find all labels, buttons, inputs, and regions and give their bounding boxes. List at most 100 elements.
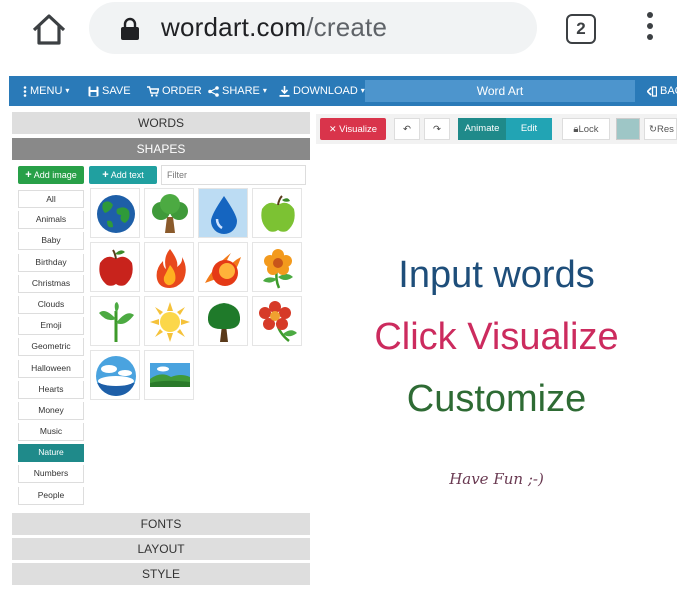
add-text-label: Add text	[110, 170, 144, 180]
category-numbers[interactable]: Numbers	[18, 465, 84, 484]
lock-button[interactable]: 🔒︎Lock	[562, 118, 610, 140]
back-label: BAC	[660, 85, 677, 97]
shape-tile[interactable]	[252, 242, 302, 292]
fire-icon	[156, 249, 186, 288]
order-label: ORDER	[162, 85, 202, 97]
shape-tile-selected[interactable]	[198, 188, 248, 238]
category-nature[interactable]: Nature	[18, 444, 84, 463]
category-animals[interactable]: Animals	[18, 211, 84, 230]
category-money[interactable]: Money	[18, 401, 84, 420]
water-drop-icon	[211, 196, 237, 234]
project-title-field[interactable]: Word Art	[365, 80, 635, 102]
redo-button[interactable]: ↷	[424, 118, 450, 140]
color-swatch[interactable]	[616, 118, 640, 140]
fonts-section-header[interactable]: FONTS	[12, 513, 310, 535]
category-music[interactable]: Music	[18, 423, 84, 442]
address-bar[interactable]: wordart.com/create	[89, 2, 537, 54]
browser-chrome: wordart.com/create 2	[0, 0, 677, 70]
filter-input[interactable]: Filter	[161, 165, 306, 185]
category-christmas[interactable]: Christmas	[18, 274, 84, 293]
category-all[interactable]: All	[18, 190, 84, 208]
shape-tile[interactable]	[144, 188, 194, 238]
shape-tile[interactable]	[252, 188, 302, 238]
shapes-section-header[interactable]: SHAPES	[12, 138, 310, 160]
words-section-header[interactable]: WORDS	[12, 112, 310, 134]
overflow-menu-icon[interactable]	[645, 12, 655, 46]
category-birthday[interactable]: Birthday	[18, 253, 84, 272]
reset-button[interactable]: ↻Res	[644, 118, 677, 140]
canvas-toolbar: ✕ Visualize ↶ ↷ Animate Edit 🔒︎Lock ↻Res	[316, 114, 677, 144]
home-icon[interactable]	[30, 10, 68, 48]
lock-icon	[121, 17, 139, 40]
canvas-line-have-fun: Have Fun ;-)	[449, 470, 544, 488]
tree-icon	[207, 303, 241, 342]
category-baby[interactable]: Baby	[18, 232, 84, 251]
add-text-button[interactable]: + Add text	[89, 166, 157, 184]
edit-button[interactable]: Edit	[506, 118, 552, 140]
menu-label: MENU	[30, 85, 63, 97]
word-art-canvas[interactable]: Input words Click Visualize Customize Ha…	[316, 148, 677, 590]
add-image-label: Add image	[33, 170, 77, 180]
back-icon	[647, 85, 657, 97]
canvas-line-input-words: Input words	[398, 254, 595, 296]
visualize-button[interactable]: ✕ Visualize	[320, 118, 386, 140]
caret-down-icon: ▾	[262, 86, 267, 95]
tab-switcher-button[interactable]: 2	[566, 14, 596, 44]
lock-label: Lock	[578, 124, 599, 135]
cart-icon	[147, 85, 159, 97]
shape-tile[interactable]	[90, 296, 140, 346]
plus-icon: +	[25, 169, 32, 181]
save-button[interactable]: SAVE	[88, 76, 131, 106]
category-people[interactable]: People	[18, 486, 84, 505]
shape-tile[interactable]	[90, 242, 140, 292]
magic-wand-icon: ✕	[328, 124, 337, 134]
sky-icon	[96, 356, 136, 396]
shape-tile[interactable]	[144, 296, 194, 346]
menu-button[interactable]: MENU ▾	[23, 76, 69, 106]
order-button[interactable]: ORDER	[147, 76, 202, 106]
tree-icon	[152, 194, 188, 233]
flower-icon	[263, 249, 293, 289]
save-icon	[88, 86, 99, 96]
canvas-line-click-visualize: Click Visualize	[374, 316, 619, 358]
app-navbar: MENU ▾ SAVE ORDER SHARE ▾ DOWNLOAD ▾ Wor…	[9, 76, 677, 106]
canvas-line-customize: Customize	[406, 378, 587, 420]
reset-icon: ↻	[649, 124, 657, 135]
share-icon	[208, 85, 219, 97]
category-emoji[interactable]: Emoji	[18, 317, 84, 336]
add-image-button[interactable]: + Add image	[18, 166, 84, 184]
back-button[interactable]: BAC	[647, 76, 677, 106]
category-halloween[interactable]: Halloween	[18, 359, 84, 378]
shape-tile[interactable]	[144, 350, 194, 400]
left-panel: WORDS SHAPES + Add image + Add text Filt…	[12, 112, 310, 590]
sun-icon	[150, 302, 190, 342]
category-geometric[interactable]: Geometric	[18, 338, 84, 357]
category-hearts[interactable]: Hearts	[18, 380, 84, 399]
redo-icon: ↷	[433, 124, 441, 135]
category-clouds[interactable]: Clouds	[18, 295, 84, 314]
red-flower-icon	[259, 301, 297, 342]
download-button[interactable]: DOWNLOAD ▾	[279, 76, 365, 106]
visualize-label: Visualize	[339, 124, 378, 135]
earth-icon	[97, 195, 135, 233]
green-apple-icon	[261, 195, 295, 232]
url-path: /create	[306, 12, 388, 42]
shape-tile[interactable]	[198, 242, 248, 292]
fireball-icon	[205, 253, 241, 286]
shape-tile[interactable]	[90, 188, 140, 238]
landscape-icon	[150, 363, 190, 387]
layout-section-header[interactable]: LAYOUT	[12, 538, 310, 560]
shape-tile[interactable]	[198, 296, 248, 346]
category-list: All Animals Baby Birthday Christmas Clou…	[18, 190, 84, 508]
shape-tile[interactable]	[252, 296, 302, 346]
shape-tile[interactable]	[90, 350, 140, 400]
undo-button[interactable]: ↶	[394, 118, 420, 140]
reset-label: Res	[656, 124, 674, 135]
plus-icon: +	[102, 169, 109, 181]
share-button[interactable]: SHARE ▾	[208, 76, 267, 106]
animate-button[interactable]: Animate	[458, 118, 506, 140]
share-label: SHARE	[222, 85, 260, 97]
shape-tile[interactable]	[144, 242, 194, 292]
style-section-header[interactable]: STYLE	[12, 563, 310, 585]
download-label: DOWNLOAD	[293, 85, 358, 97]
